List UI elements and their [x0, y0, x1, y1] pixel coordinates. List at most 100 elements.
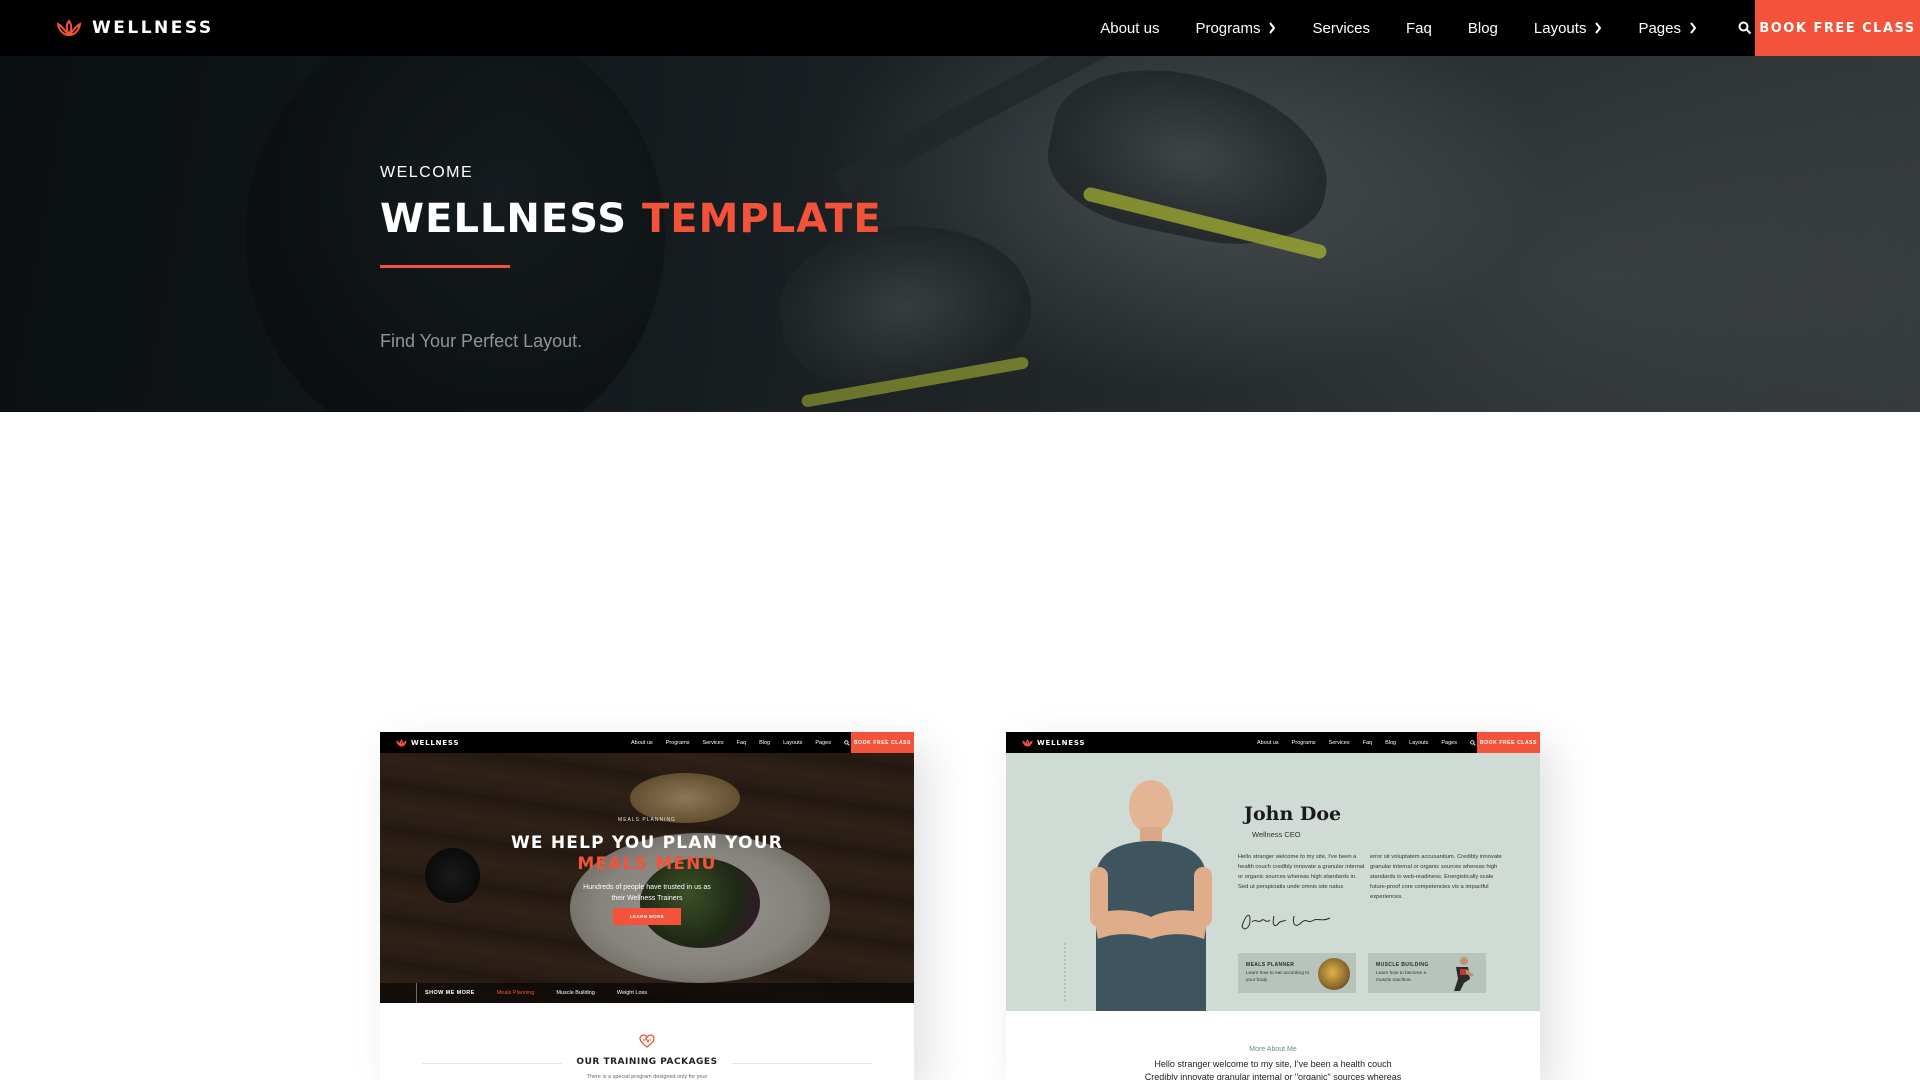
preview-nav-item: Pages — [815, 739, 831, 746]
lotus-icon — [56, 19, 82, 37]
preview-tab-weight: Weight Loss — [616, 990, 648, 996]
trainer-bio-left: Hello stranger welcome to my site, I've … — [1238, 854, 1365, 890]
preview-brand: WELLNESS — [1037, 738, 1086, 747]
layout-preview-card-meals[interactable]: WELLNESS About us Programs Services Faq … — [380, 732, 914, 1080]
search-icon — [1738, 21, 1752, 35]
about-desc-line1: Hello stranger welcome to my site, I've … — [1154, 1059, 1392, 1069]
tile-subtitle: Learn how to eat according to your body. — [1246, 971, 1310, 983]
preview-tabs: SHOW ME MORE Meals Planning Muscle Build… — [380, 983, 914, 1003]
nav-item-pages[interactable]: Pages — [1638, 20, 1697, 37]
tile-title: MEALS PLANNER — [1246, 962, 1295, 968]
trainer-bio-right: error sit voluptatem accusantium. Credib… — [1370, 854, 1502, 900]
feature-tile-muscle-building: MUSCLE BUILDING Learn how to become a mu… — [1368, 953, 1486, 993]
tile-subtitle: Learn how to become a muscle machine. — [1376, 971, 1427, 983]
preview-menu: About us Programs Services Faq Blog Layo… — [1257, 732, 1476, 753]
main-menu: About us Programs Services Faq Blog Layo… — [1064, 0, 1755, 56]
nav-item-services[interactable]: Services — [1312, 20, 1370, 37]
hero-title-main: WELLNESS — [380, 196, 628, 242]
search-icon — [844, 739, 850, 746]
preview-learn-more-button: LEARN MORE — [613, 908, 681, 925]
athlete-image — [1454, 957, 1474, 991]
preview-desc-line1: Hundreds of people have trusted in us as — [583, 884, 711, 891]
nav-label: Faq — [1406, 19, 1432, 37]
brand-logo[interactable]: WELLNESS — [56, 0, 214, 56]
preview-kicker: MEALS PLANNING — [618, 817, 676, 823]
preview-book-button: BOOK FREE CLASS — [1477, 732, 1540, 753]
nav-item-faq[interactable]: Faq — [1406, 20, 1432, 37]
food-bowl-image — [1318, 958, 1350, 990]
nav-label: Programs — [1195, 19, 1261, 37]
preview-nav: WELLNESS About us Programs Services Faq … — [380, 732, 914, 753]
lotus-icon — [396, 738, 407, 746]
preview-nav-item: Faq — [736, 739, 747, 746]
preview-title-line1: WE HELP YOU PLAN YOUR — [510, 833, 784, 853]
preview-book-button: BOOK FREE CLASS — [851, 732, 914, 753]
hero-kicker: WELCOME — [380, 164, 474, 181]
signature-image — [1241, 914, 1331, 930]
trainer-name: John Doe — [1244, 803, 1342, 825]
preview-hero-overlay — [380, 753, 914, 1003]
nav-item-programs[interactable]: Programs — [1195, 20, 1276, 37]
preview-logo: WELLNESS — [1022, 732, 1085, 753]
preview-section-title: OUR TRAINING PACKAGES — [576, 1057, 718, 1067]
hero-title-accent: TEMPLATE — [641, 196, 882, 242]
vertical-caption-mark — [1064, 943, 1066, 1003]
preview-nav-item: Services — [702, 739, 724, 746]
preview-nav-item: Blog — [759, 739, 771, 746]
preview-nav-item: Services — [1328, 739, 1350, 746]
preview-tab-muscle: Muscle Building — [556, 990, 595, 996]
preview-tab-divider — [416, 983, 417, 1003]
trainer-portrait-image — [1090, 780, 1212, 1011]
preview-logo: WELLNESS — [396, 732, 459, 753]
book-free-class-button[interactable]: BOOK FREE CLASS — [1755, 0, 1920, 56]
lotus-icon — [1022, 738, 1033, 746]
chevron-right-icon — [1269, 22, 1276, 34]
preview-menu: About us Programs Services Faq Blog Layo… — [631, 732, 850, 753]
trainer-role: Wellness CEO — [1252, 830, 1301, 839]
hero-banner: WELCOME WELLNESS TEMPLATE Find Your Perf… — [0, 56, 1920, 412]
preview-tab-meals: Meals Planning — [496, 990, 535, 996]
preview-desc-line2: their Wellness Trainers — [611, 895, 683, 902]
nav-item-blog[interactable]: Blog — [1468, 20, 1498, 37]
preview-nav-item: Faq — [1362, 739, 1373, 746]
preview-nav-item: Programs — [1291, 739, 1316, 746]
preview-nav-item: Layouts — [783, 739, 803, 746]
search-button[interactable] — [1735, 18, 1755, 38]
nav-label: Blog — [1467, 19, 1498, 37]
chevron-right-icon — [1690, 22, 1697, 34]
preview-nav-item: Programs — [665, 739, 690, 746]
preview-nav-item: Layouts — [1409, 739, 1429, 746]
preview-description: Hundreds of people have trusted in us as… — [380, 882, 914, 904]
nav-item-layouts[interactable]: Layouts — [1534, 20, 1603, 37]
preview-section-subtitle: There is a special program designed only… — [586, 1074, 708, 1080]
more-about-me-link: More About Me — [1249, 1046, 1297, 1053]
preview-nav-item: About us — [630, 739, 653, 746]
top-nav: WELLNESS About us Programs Services Faq … — [0, 0, 1920, 56]
preview-nav-item: Blog — [1385, 739, 1397, 746]
preview-hero-about: John Doe Wellness CEO Hello stranger wel… — [1006, 753, 1540, 1011]
preview-nav-item: About us — [1256, 739, 1279, 746]
nav-label: About us — [1100, 19, 1160, 37]
preview-nav: WELLNESS About us Programs Services Faq … — [1006, 732, 1540, 753]
chevron-right-icon — [1595, 22, 1602, 34]
hero-divider — [380, 265, 510, 268]
nav-label: Layouts — [1533, 19, 1587, 37]
hero-overlay — [0, 56, 1920, 412]
layout-preview-card-about[interactable]: WELLNESS About us Programs Services Faq … — [1006, 732, 1540, 1080]
heart-icon — [639, 1034, 655, 1048]
tile-title: MUSCLE BUILDING — [1376, 962, 1429, 968]
preview-brand: WELLNESS — [411, 738, 460, 747]
brand-name: WELLNESS — [92, 18, 214, 38]
nav-label: Services — [1312, 19, 1371, 37]
preview-title-line2: MEALS MENU — [577, 854, 717, 874]
about-description: Hello stranger welcome to my site, I've … — [1006, 1058, 1540, 1080]
feature-tile-meals-planner: MEALS PLANNER Learn how to eat according… — [1238, 953, 1356, 993]
nav-label: Pages — [1638, 19, 1681, 37]
about-desc-line2: Credibly innovate granular internal or "… — [1144, 1072, 1402, 1080]
preview-tab-show-more: SHOW ME MORE — [425, 990, 475, 996]
search-icon — [1470, 739, 1476, 746]
hero-subtitle: Find Your Perfect Layout. — [380, 331, 583, 351]
hero-title: WELLNESS TEMPLATE — [380, 196, 882, 242]
preview-hero-meals: MEALS PLANNING WE HELP YOU PLAN YOUR MEA… — [380, 753, 914, 1003]
nav-item-about-us[interactable]: About us — [1100, 20, 1159, 37]
